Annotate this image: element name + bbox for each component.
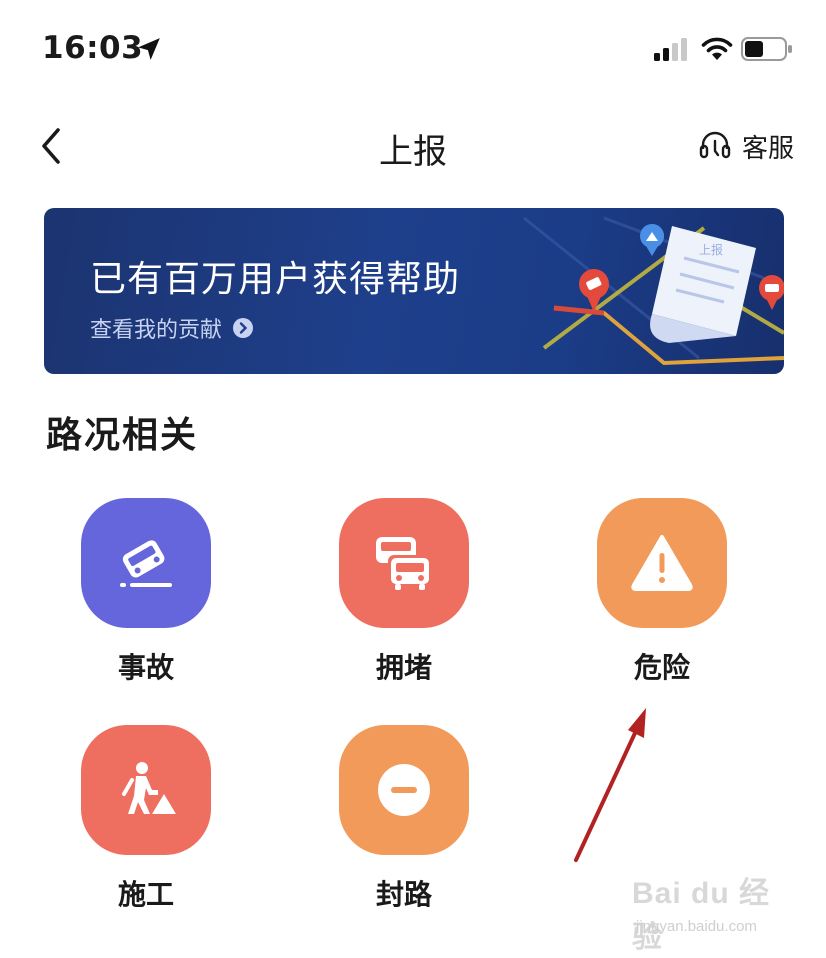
map-pin-red-icon [579,269,609,312]
watermark-brand: Bai du 经验 [632,877,771,954]
circle-chevron-right-icon [233,318,254,338]
annotation-arrow [574,708,646,862]
warning-icon [631,535,693,591]
road-closure-button[interactable] [339,725,469,855]
document-shape: 上报 [650,226,756,343]
battery-icon [741,37,792,61]
location-arrow-icon [138,38,160,60]
customer-service-label: 客服 [742,133,795,164]
danger-label: 危险 [633,651,690,684]
watermark-url: jingyan.baidu.com [636,918,757,935]
banner-doc-label: 上报 [699,242,723,257]
baidu-jingyan-watermark: Bai du 经验 jingyan.baidu.com [632,868,792,954]
road-closure-label: 封路 [375,878,432,911]
cellular-signal-icon [654,38,687,61]
construction-label: 施工 [117,878,174,911]
road-closed-icon [378,764,430,816]
traffic-jam-icon [376,537,432,590]
congestion-label: 拥堵 [375,651,432,684]
map-pin-blue-icon [640,224,664,256]
view-contribution-link[interactable]: 查看我的贡献 [90,312,254,344]
banner-link-text: 查看我的贡献 [90,318,223,343]
car-accident-icon [120,540,172,587]
congestion-button[interactable] [339,498,469,628]
contribution-banner[interactable]: 已有百万用户获得帮助 查看我的贡献 上报 [44,208,784,374]
customer-service-button[interactable]: 客服 [698,128,794,164]
wifi-icon [701,37,733,60]
banner-title: 已有百万用户获得帮助 [90,259,461,300]
construction-button[interactable] [81,725,211,855]
accident-button[interactable] [81,498,211,628]
status-time: 16:03 [42,30,144,66]
map-pin-small-red-icon [759,275,784,310]
construction-icon [122,762,176,814]
banner-illustration: 上报 [523,216,784,366]
headset-icon [699,131,731,159]
status-bar: 16:03 [0,0,826,100]
danger-button[interactable] [597,498,727,628]
accident-label: 事故 [117,651,174,684]
section-title-road-conditions: 路况相关 [46,415,199,456]
